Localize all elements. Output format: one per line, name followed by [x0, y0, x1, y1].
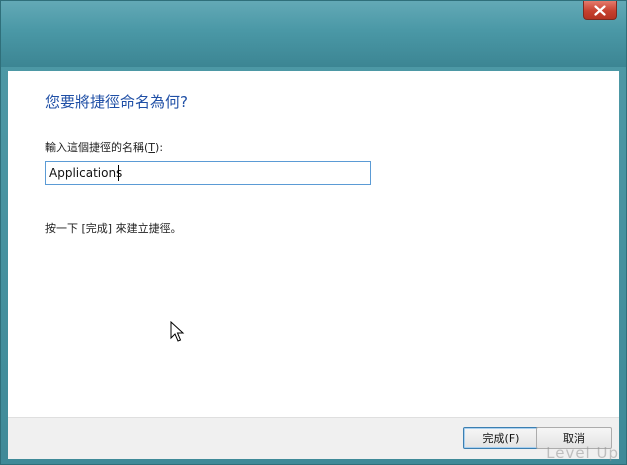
label-text-prefix: 輸入這個捷徑的名稱(: [45, 141, 149, 154]
title-bar[interactable]: [1, 1, 626, 67]
label-text-suffix: ):: [155, 141, 164, 154]
mouse-pointer-icon: [170, 321, 185, 342]
text-caret: [118, 165, 119, 181]
watermark-text: Level Up: [546, 444, 619, 462]
page-title: 您要將捷徑命名為何?: [45, 93, 188, 111]
wizard-content: 您要將捷徑命名為何? 輸入這個捷徑的名稱(T): 按一下 [完成] 來建立捷徑。: [8, 71, 619, 417]
close-icon: [594, 4, 606, 16]
shortcut-name-input[interactable]: [45, 161, 371, 185]
finish-hint-text: 按一下 [完成] 來建立捷徑。: [45, 222, 182, 235]
shortcut-name-label: 輸入這個捷徑的名稱(T):: [45, 139, 163, 155]
finish-button[interactable]: 完成(F): [463, 427, 539, 449]
close-button[interactable]: [583, 1, 617, 20]
button-bar: 完成(F) 取消: [8, 417, 619, 459]
wizard-window: 您要將捷徑命名為何? 輸入這個捷徑的名稱(T): 按一下 [完成] 來建立捷徑。…: [0, 0, 627, 465]
